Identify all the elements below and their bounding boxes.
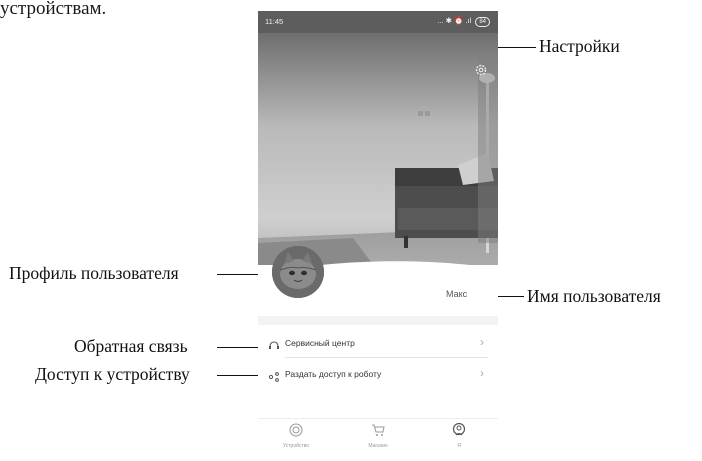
callout-device-access-label: Доступ к устройству (35, 364, 190, 384)
phone-screenshot: 11:45 ... ✱ ⏰ .ıl 84 Макс Сервисный цент… (258, 11, 498, 461)
callout-settings-line (498, 47, 536, 48)
status-time: 11:45 (265, 17, 284, 26)
battery-icon: 84 (475, 17, 490, 27)
callout-feedback-line (217, 347, 264, 348)
menu-divider (285, 357, 488, 358)
cart-icon (372, 424, 385, 436)
callout-profile-label: Профиль пользователя (9, 263, 179, 283)
chevron-right-icon: › (480, 366, 484, 380)
profile-icon (452, 422, 466, 436)
settings-button[interactable] (474, 63, 488, 77)
tab-label: Я (457, 443, 461, 449)
status-bar: 11:45 ... ✱ ⏰ .ıl 84 (258, 11, 498, 33)
support-icon (268, 338, 280, 356)
tab-me[interactable]: Я (429, 422, 489, 449)
tab-store[interactable]: Магазин (348, 423, 408, 449)
tab-label: Устройство (282, 443, 310, 449)
gear-icon (475, 64, 487, 76)
section-separator (258, 316, 498, 325)
callout-device-access-line (217, 375, 264, 376)
user-avatar[interactable] (272, 246, 324, 298)
share-icon (268, 369, 280, 387)
chevron-right-icon: › (480, 335, 484, 349)
device-icon (289, 423, 303, 437)
tab-device[interactable]: Устройство (266, 423, 326, 449)
tab-label: Магазин (368, 443, 388, 449)
menu-item-share-access[interactable]: Раздать доступ к роботу › (258, 360, 498, 390)
menu-item-service-center[interactable]: Сервисный центр › (258, 329, 498, 359)
username: Макс (446, 289, 468, 299)
cat-avatar-image (272, 246, 324, 298)
status-indicators: ... ✱ ⏰ .ıl (437, 16, 472, 25)
bottom-tab-bar: Устройство Магазин Я (258, 418, 498, 461)
callout-settings-label: Настройки (539, 36, 620, 56)
document-text-fragment: устройствам. (0, 0, 107, 19)
menu-item-label: Раздать доступ к роботу (285, 369, 382, 379)
menu-item-label: Сервисный центр (285, 338, 355, 348)
callout-feedback-label: Обратная связь (74, 336, 188, 356)
status-icons: ... ✱ ⏰ .ıl 84 (437, 16, 490, 27)
callout-username-label: Имя пользователя (527, 286, 661, 306)
